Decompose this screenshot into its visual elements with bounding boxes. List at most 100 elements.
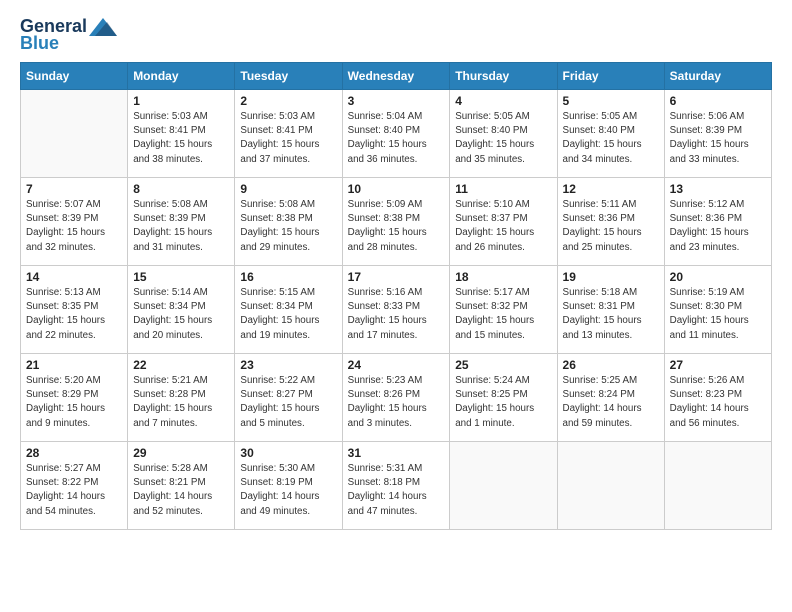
day-info: Sunrise: 5:10 AM Sunset: 8:37 PM Dayligh…: [455, 198, 551, 255]
day-number: 22: [133, 358, 229, 372]
day-info: Sunrise: 5:27 AM Sunset: 8:22 PM Dayligh…: [26, 462, 122, 519]
day-number: 5: [563, 94, 659, 108]
calendar-cell: 17 Sunrise: 5:16 AM Sunset: 8:33 PM Dayli…: [342, 266, 450, 354]
calendar-cell: 29 Sunrise: 5:28 AM Sunset: 8:21 PM Dayli…: [128, 442, 235, 530]
calendar-cell: 20Sunrise: 5:19 AM Sunset: 8:30 PM Dayli…: [664, 266, 771, 354]
day-number: 1: [133, 94, 229, 108]
day-number: 12: [563, 182, 659, 196]
calendar-cell: 30 Sunrise: 5:30 AM Sunset: 8:19 PM Dayli…: [235, 442, 342, 530]
calendar-week-row: 21 Sunrise: 5:20 AM Sunset: 8:29 PM Dayli…: [21, 354, 772, 442]
day-number: 9: [240, 182, 336, 196]
day-number: 21: [26, 358, 122, 372]
day-number: 8: [133, 182, 229, 196]
day-number: 13: [670, 182, 766, 196]
day-number: 19: [563, 270, 659, 284]
day-info: Sunrise: 5:15 AM Sunset: 8:34 PM Dayligh…: [240, 286, 336, 343]
day-of-week-header: Monday: [128, 63, 235, 90]
calendar-cell: 27 Sunrise: 5:26 AM Sunset: 8:23 PM Dayli…: [664, 354, 771, 442]
calendar-cell: 5 Sunrise: 5:05 AM Sunset: 8:40 PM Daylig…: [557, 90, 664, 178]
calendar-cell: 18 Sunrise: 5:17 AM Sunset: 8:32 PM Dayli…: [450, 266, 557, 354]
calendar-table: SundayMondayTuesdayWednesdayThursdayFrid…: [20, 62, 772, 530]
day-info: Sunrise: 5:17 AM Sunset: 8:32 PM Dayligh…: [455, 286, 551, 343]
day-info: Sunrise: 5:16 AM Sunset: 8:33 PM Dayligh…: [348, 286, 445, 343]
day-number: 17: [348, 270, 445, 284]
calendar-week-row: 7 Sunrise: 5:07 AM Sunset: 8:39 PM Daylig…: [21, 178, 772, 266]
calendar-cell: 9 Sunrise: 5:08 AM Sunset: 8:38 PM Daylig…: [235, 178, 342, 266]
calendar-cell: [21, 90, 128, 178]
day-info: Sunrise: 5:28 AM Sunset: 8:21 PM Dayligh…: [133, 462, 229, 519]
day-number: 11: [455, 182, 551, 196]
day-number: 2: [240, 94, 336, 108]
calendar-cell: 3 Sunrise: 5:04 AM Sunset: 8:40 PM Daylig…: [342, 90, 450, 178]
calendar-cell: 14Sunrise: 5:13 AM Sunset: 8:35 PM Dayli…: [21, 266, 128, 354]
day-info: Sunrise: 5:11 AM Sunset: 8:36 PM Dayligh…: [563, 198, 659, 255]
day-info: Sunrise: 5:12 AM Sunset: 8:36 PM Dayligh…: [670, 198, 766, 255]
calendar-cell: 22 Sunrise: 5:21 AM Sunset: 8:28 PM Dayli…: [128, 354, 235, 442]
page-header: General Blue: [20, 16, 772, 54]
day-info: Sunrise: 5:14 AM Sunset: 8:34 PM Dayligh…: [133, 286, 229, 343]
day-of-week-header: Saturday: [664, 63, 771, 90]
day-info: Sunrise: 5:08 AM Sunset: 8:39 PM Dayligh…: [133, 198, 229, 255]
calendar-cell: 6Sunrise: 5:06 AM Sunset: 8:39 PM Daylig…: [664, 90, 771, 178]
calendar-cell: 19 Sunrise: 5:18 AM Sunset: 8:31 PM Dayli…: [557, 266, 664, 354]
day-number: 23: [240, 358, 336, 372]
day-of-week-header: Friday: [557, 63, 664, 90]
day-info: Sunrise: 5:21 AM Sunset: 8:28 PM Dayligh…: [133, 374, 229, 431]
day-of-week-header: Tuesday: [235, 63, 342, 90]
day-info: Sunrise: 5:26 AM Sunset: 8:23 PM Dayligh…: [670, 374, 766, 431]
day-info: Sunrise: 5:30 AM Sunset: 8:19 PM Dayligh…: [240, 462, 336, 519]
day-of-week-header: Thursday: [450, 63, 557, 90]
day-info: Sunrise: 5:23 AM Sunset: 8:26 PM Dayligh…: [348, 374, 445, 431]
day-number: 6: [670, 94, 766, 108]
calendar-cell: 21 Sunrise: 5:20 AM Sunset: 8:29 PM Dayli…: [21, 354, 128, 442]
calendar-cell: 13 Sunrise: 5:12 AM Sunset: 8:36 PM Dayli…: [664, 178, 771, 266]
day-number: 31: [348, 446, 445, 460]
calendar-header-row: SundayMondayTuesdayWednesdayThursdayFrid…: [21, 63, 772, 90]
day-number: 10: [348, 182, 445, 196]
day-info: Sunrise: 5:05 AM Sunset: 8:40 PM Dayligh…: [563, 110, 659, 167]
day-info: Sunrise: 5:24 AM Sunset: 8:25 PM Dayligh…: [455, 374, 551, 431]
calendar-cell: 24Sunrise: 5:23 AM Sunset: 8:26 PM Dayli…: [342, 354, 450, 442]
calendar-cell: 25 Sunrise: 5:24 AM Sunset: 8:25 PM Dayli…: [450, 354, 557, 442]
day-number: 7: [26, 182, 122, 196]
logo-icon: [89, 18, 117, 36]
day-info: Sunrise: 5:25 AM Sunset: 8:24 PM Dayligh…: [563, 374, 659, 431]
day-of-week-header: Sunday: [21, 63, 128, 90]
calendar-cell: [557, 442, 664, 530]
day-number: 16: [240, 270, 336, 284]
calendar-cell: 31Sunrise: 5:31 AM Sunset: 8:18 PM Dayli…: [342, 442, 450, 530]
calendar-cell: 2Sunrise: 5:03 AM Sunset: 8:41 PM Daylig…: [235, 90, 342, 178]
calendar-cell: [450, 442, 557, 530]
day-number: 4: [455, 94, 551, 108]
day-info: Sunrise: 5:18 AM Sunset: 8:31 PM Dayligh…: [563, 286, 659, 343]
day-number: 18: [455, 270, 551, 284]
calendar-week-row: 14Sunrise: 5:13 AM Sunset: 8:35 PM Dayli…: [21, 266, 772, 354]
calendar-cell: 10Sunrise: 5:09 AM Sunset: 8:38 PM Dayli…: [342, 178, 450, 266]
day-info: Sunrise: 5:04 AM Sunset: 8:40 PM Dayligh…: [348, 110, 445, 167]
calendar-cell: 26 Sunrise: 5:25 AM Sunset: 8:24 PM Dayli…: [557, 354, 664, 442]
calendar-cell: 28 Sunrise: 5:27 AM Sunset: 8:22 PM Dayli…: [21, 442, 128, 530]
calendar-cell: 1 Sunrise: 5:03 AM Sunset: 8:41 PM Daylig…: [128, 90, 235, 178]
calendar-cell: [664, 442, 771, 530]
day-info: Sunrise: 5:13 AM Sunset: 8:35 PM Dayligh…: [26, 286, 122, 343]
day-number: 25: [455, 358, 551, 372]
day-number: 29: [133, 446, 229, 460]
calendar-cell: 16 Sunrise: 5:15 AM Sunset: 8:34 PM Dayli…: [235, 266, 342, 354]
calendar-week-row: 1 Sunrise: 5:03 AM Sunset: 8:41 PM Daylig…: [21, 90, 772, 178]
day-info: Sunrise: 5:07 AM Sunset: 8:39 PM Dayligh…: [26, 198, 122, 255]
day-number: 15: [133, 270, 229, 284]
day-info: Sunrise: 5:05 AM Sunset: 8:40 PM Dayligh…: [455, 110, 551, 167]
day-number: 30: [240, 446, 336, 460]
day-info: Sunrise: 5:20 AM Sunset: 8:29 PM Dayligh…: [26, 374, 122, 431]
day-info: Sunrise: 5:03 AM Sunset: 8:41 PM Dayligh…: [133, 110, 229, 167]
day-info: Sunrise: 5:08 AM Sunset: 8:38 PM Dayligh…: [240, 198, 336, 255]
day-number: 26: [563, 358, 659, 372]
day-number: 27: [670, 358, 766, 372]
calendar-cell: 12 Sunrise: 5:11 AM Sunset: 8:36 PM Dayli…: [557, 178, 664, 266]
day-info: Sunrise: 5:19 AM Sunset: 8:30 PM Dayligh…: [670, 286, 766, 343]
calendar-cell: 7 Sunrise: 5:07 AM Sunset: 8:39 PM Daylig…: [21, 178, 128, 266]
day-number: 3: [348, 94, 445, 108]
logo: General Blue: [20, 16, 117, 54]
day-number: 28: [26, 446, 122, 460]
calendar-cell: 23Sunrise: 5:22 AM Sunset: 8:27 PM Dayli…: [235, 354, 342, 442]
